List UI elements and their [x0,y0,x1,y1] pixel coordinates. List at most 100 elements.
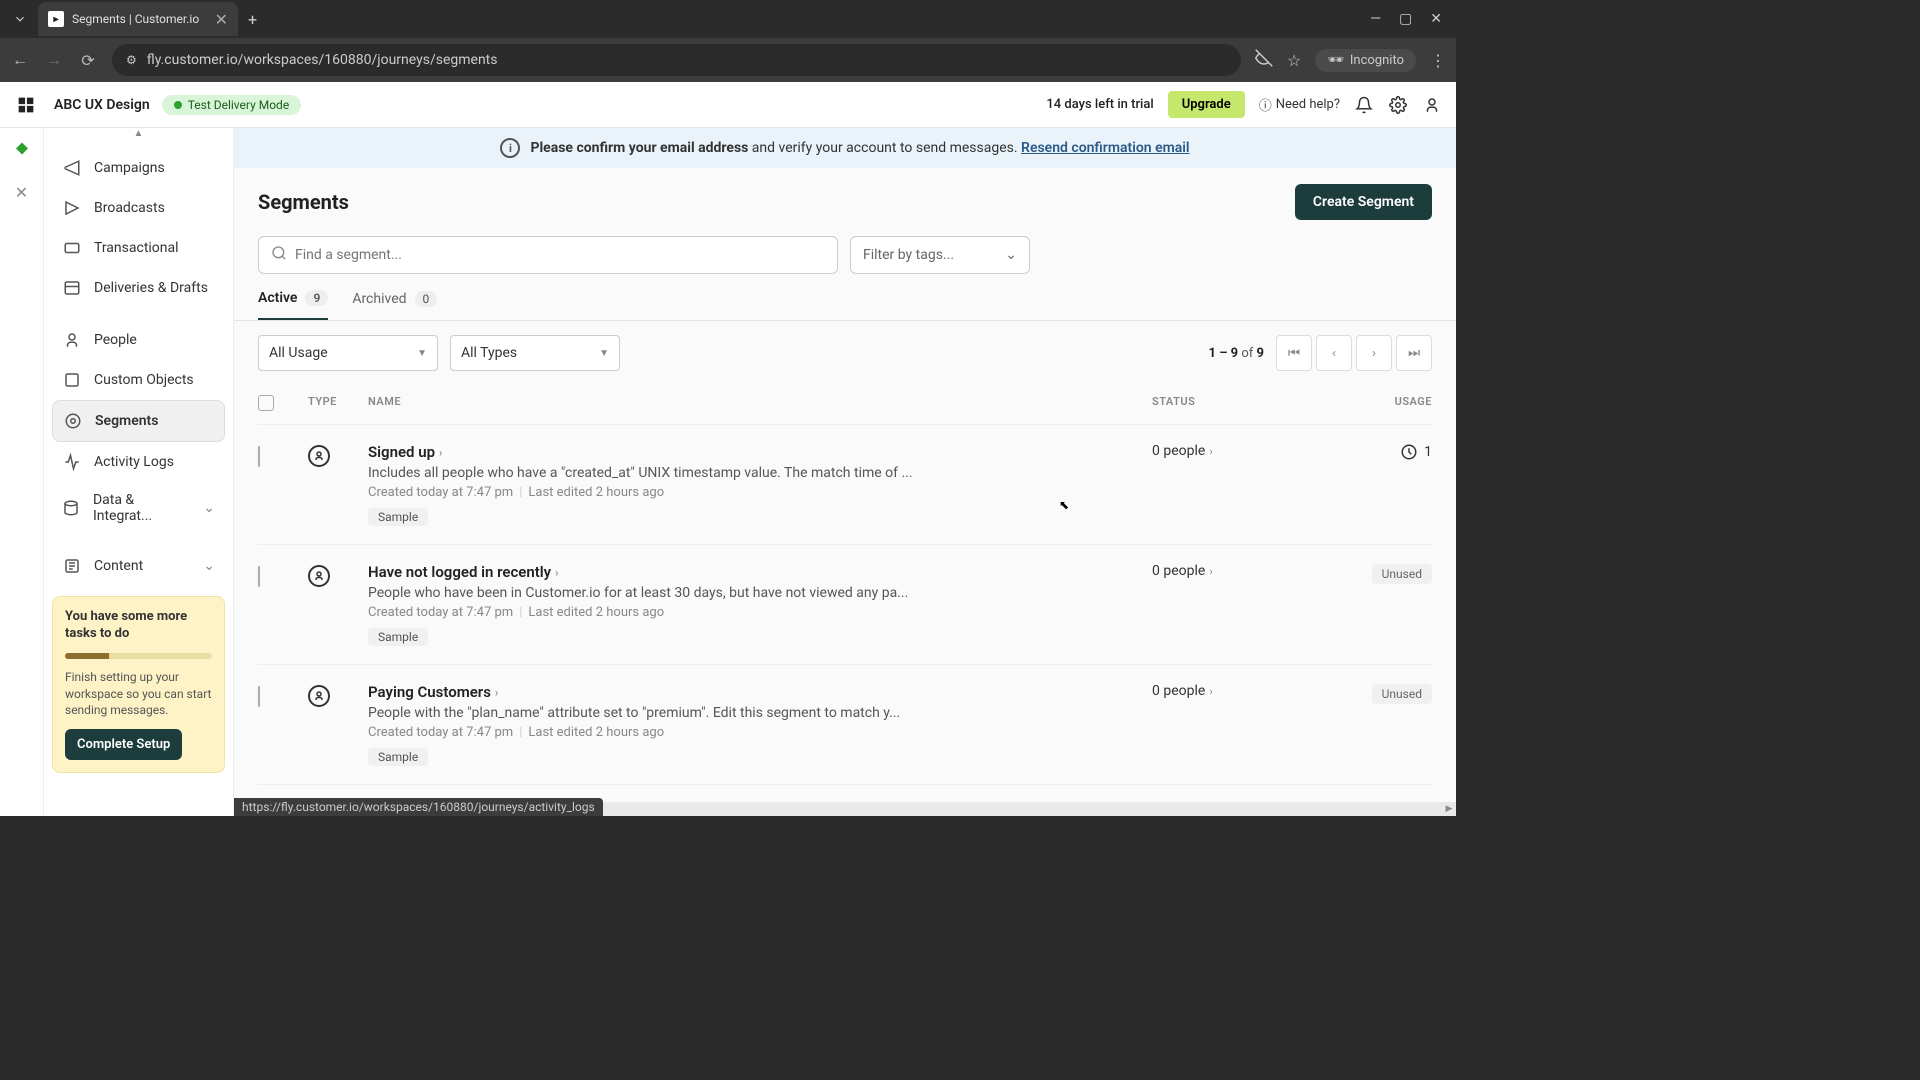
segment-description: Includes all people who have a "created_… [368,465,1152,481]
progress-fill [65,653,109,659]
incognito-badge[interactable]: 🕶 Incognito [1315,49,1416,72]
sidebar-item-segments[interactable]: Segments [52,400,225,442]
close-window-icon[interactable]: ✕ [1430,11,1442,27]
reload-button[interactable]: ⟳ [78,51,98,70]
close-tab-icon[interactable]: ✕ [215,10,228,29]
segment-type-icon [308,565,330,587]
maximize-icon[interactable]: ▢ [1399,11,1412,27]
select-all-checkbox[interactable] [258,395,274,411]
sidebar-item-activity-logs[interactable]: Activity Logs [52,442,225,482]
search-controls: Filter by tags... ⌄ [234,236,1456,274]
segment-name-link[interactable]: Signed up› [368,443,1152,461]
col-status: STATUS [1152,395,1312,414]
delivery-mode-badge[interactable]: Test Delivery Mode [162,95,302,115]
window-controls: — ▢ ✕ [1370,11,1456,27]
segments-table: TYPE NAME STATUS USAGE Signed up› Includ… [234,385,1456,816]
resend-email-link[interactable]: Resend confirmation email [1021,140,1190,156]
first-page-button[interactable]: ⏮ [1276,335,1312,371]
usage-filter-select[interactable]: All Usage ▼ [258,335,438,371]
sidebar-item-people[interactable]: People [52,320,225,360]
broadcast-icon [62,198,82,218]
page-header: Segments Create Segment [234,168,1456,236]
incognito-label: Incognito [1350,53,1404,68]
bookmark-icon[interactable]: ☆ [1287,51,1301,70]
upgrade-button[interactable]: Upgrade [1168,91,1245,118]
need-help-button[interactable]: ⓘ Need help? [1259,95,1340,114]
help-icon: ⓘ [1259,95,1272,114]
objects-icon [62,370,82,390]
chevron-right-icon: › [555,566,558,579]
prev-page-button[interactable]: ‹ [1316,335,1352,371]
sidebar-item-content[interactable]: Content ⌄ [52,546,225,586]
col-usage: USAGE [1312,395,1432,414]
new-tab-button[interactable]: + [248,10,257,29]
account-icon[interactable] [1422,95,1442,115]
rail-workspace-icon[interactable] [10,138,34,162]
sidebar-label: Broadcasts [94,200,165,216]
col-type: TYPE [308,395,368,414]
sidebar-item-custom-objects[interactable]: Custom Objects [52,360,225,400]
rail-x-icon[interactable]: ✕ [10,180,34,204]
row-checkbox[interactable] [258,566,260,587]
last-page-button[interactable]: ⏭ [1396,335,1432,371]
browser-tab[interactable]: ▸ Segments | Customer.io ✕ [38,2,238,36]
info-icon: i [500,138,520,158]
row-checkbox[interactable] [258,686,260,707]
back-button[interactable]: ← [10,50,30,70]
sidebar-item-deliveries[interactable]: Deliveries & Drafts [52,268,225,308]
search-box[interactable] [258,236,838,274]
chevron-right-icon: › [495,686,498,699]
tab-archived-count: 0 [415,291,438,307]
segment-meta: Created today at 7:47 pm|Last edited 2 h… [368,725,1152,740]
scroll-right-icon[interactable]: ▶ [1442,804,1456,814]
status-link[interactable]: 0 people› [1152,683,1312,699]
site-info-icon[interactable]: ⚙ [126,53,137,67]
table-row: Signed up› Includes all people who have … [258,424,1432,544]
notifications-icon[interactable] [1354,95,1374,115]
status-url: https://fly.customer.io/workspaces/16088… [234,798,603,816]
sidebar-item-campaigns[interactable]: Campaigns [52,148,225,188]
eye-off-icon[interactable] [1255,49,1273,71]
complete-setup-button[interactable]: Complete Setup [65,729,182,760]
segment-name-link[interactable]: Have not logged in recently› [368,563,1152,581]
create-segment-button[interactable]: Create Segment [1295,184,1432,220]
status-link[interactable]: 0 people› [1152,563,1312,579]
sidebar-label: Deliveries & Drafts [94,280,208,296]
app-logo-icon[interactable] [14,93,38,117]
app-body: ✕ ▲ Campaigns Broadcasts Transactional D… [0,128,1456,816]
segment-name-link[interactable]: Paying Customers› [368,683,1152,701]
filter-tags-select[interactable]: Filter by tags... ⌄ [850,236,1030,274]
url-input[interactable]: ⚙ fly.customer.io/workspaces/160880/jour… [112,44,1241,76]
forward-button[interactable]: → [44,50,64,70]
next-page-button[interactable]: › [1356,335,1392,371]
types-filter-select[interactable]: All Types ▼ [450,335,620,371]
search-input[interactable] [295,247,825,263]
sidebar-item-broadcasts[interactable]: Broadcasts [52,188,225,228]
usage-count[interactable]: 1 [1400,443,1432,461]
sidebar-label: Custom Objects [94,372,194,388]
row-checkbox[interactable] [258,446,260,467]
tab-archived[interactable]: Archived 0 [352,290,437,320]
incognito-icon: 🕶 [1327,53,1344,68]
sidebar-label: Content [94,558,143,574]
sidebar-item-transactional[interactable]: Transactional [52,228,225,268]
app-header: ABC UX Design Test Delivery Mode 14 days… [0,82,1456,128]
sidebar-label: Campaigns [94,160,165,176]
browser-menu-icon[interactable]: ⋮ [1430,51,1446,70]
megaphone-icon [62,158,82,178]
status-link[interactable]: 0 people› [1152,443,1312,459]
workspace-name[interactable]: ABC UX Design [54,97,150,113]
scroll-up-icon[interactable]: ▲ [134,128,144,139]
address-right: ☆ 🕶 Incognito ⋮ [1255,49,1446,72]
segment-description: People with the "plan_name" attribute se… [368,705,1152,721]
sidebar-rail: ✕ [0,128,44,816]
unused-badge: Unused [1372,684,1432,704]
sidebar-item-data-integrations[interactable]: Data & Integrat... ⌄ [52,482,225,534]
minimize-icon[interactable]: — [1370,11,1381,27]
tab-title: Segments | Customer.io [72,12,207,26]
tab-active[interactable]: Active 9 [258,290,328,320]
tab-search-button[interactable] [8,7,32,31]
sample-badge: Sample [368,508,428,526]
app-viewport: ABC UX Design Test Delivery Mode 14 days… [0,82,1456,816]
settings-icon[interactable] [1388,95,1408,115]
